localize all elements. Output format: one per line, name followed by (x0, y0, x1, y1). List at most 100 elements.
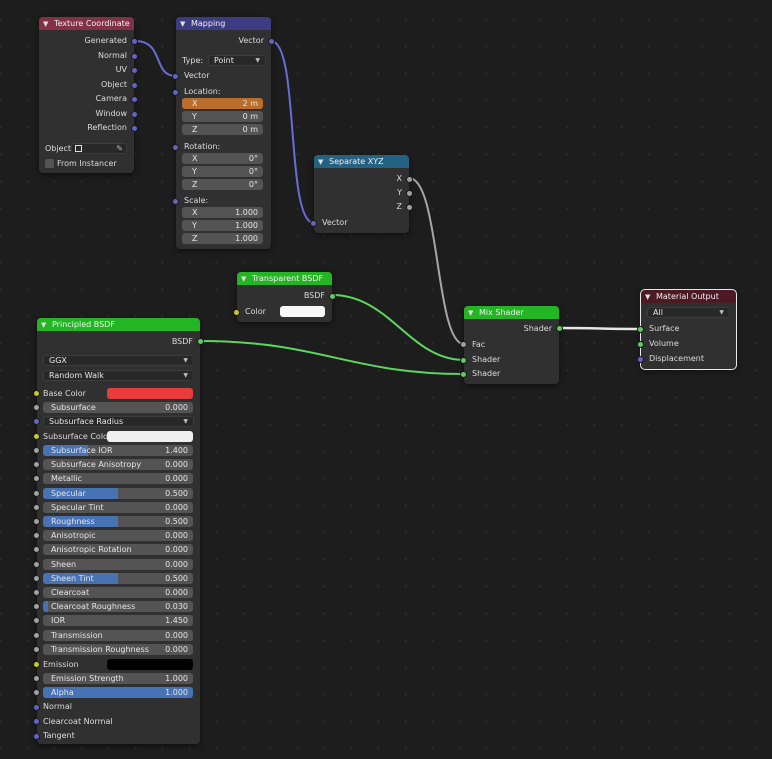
subsurface-anisotropy-field[interactable]: Subsurface Anisotropy 0.000 (43, 459, 193, 470)
socket-volume[interactable] (637, 341, 644, 348)
scale-x-field[interactable]: X 1.000 (182, 207, 263, 218)
clearcoat-roughness-field[interactable]: Clearcoat Roughness 0.030 (43, 601, 193, 612)
eyedropper-icon[interactable]: ✎ (116, 144, 123, 153)
target-dropdown[interactable]: All ▼ (647, 307, 730, 318)
socket-uv[interactable] (131, 67, 138, 74)
socket-clearcoat-roughness[interactable] (33, 603, 40, 610)
separate-xyz-node[interactable]: ▼ Separate XYZ X Y Z Vector (310, 155, 413, 233)
socket-fac[interactable] (460, 341, 467, 348)
socket-clearcoat[interactable] (33, 589, 40, 596)
socket-camera[interactable] (131, 96, 138, 103)
ior-field[interactable]: IOR 1.450 (43, 615, 193, 626)
socket-vector-input[interactable] (310, 220, 317, 227)
socket-bsdf-output[interactable] (197, 338, 204, 345)
socket-shader-2[interactable] (460, 371, 467, 378)
sheen-tint-field[interactable]: Sheen Tint 0.500 (43, 573, 193, 584)
rotation-z-field[interactable]: Z 0° (182, 179, 263, 190)
metallic-field[interactable]: Metallic 0.000 (43, 473, 193, 484)
mapping-node[interactable]: ▼ Mapping Vector Type: Point ▼ Vector Lo… (172, 17, 275, 249)
specular-field[interactable]: Specular 0.500 (43, 488, 193, 499)
location-y-field[interactable]: Y0 m (182, 111, 263, 122)
transmission-roughness-field[interactable]: Transmission Roughness 0.000 (43, 644, 193, 655)
chevron-down-icon[interactable]: ▼ (241, 275, 249, 283)
subsurface-color-swatch[interactable] (107, 431, 193, 442)
rotation-y-field[interactable]: Y 0° (182, 166, 263, 177)
alpha-field[interactable]: Alpha 1.000 (43, 687, 193, 698)
socket-roughness[interactable] (33, 518, 40, 525)
socket-displacement[interactable] (637, 356, 644, 363)
node-header[interactable]: ▼ Principled BSDF (37, 318, 200, 331)
node-header[interactable]: ▼ Texture Coordinate (39, 17, 134, 30)
subsurface-method-dropdown[interactable]: Random Walk ▼ (43, 370, 194, 381)
socket-vector-input[interactable] (172, 73, 179, 80)
socket-rotation[interactable] (172, 144, 179, 151)
node-header[interactable]: ▼ Mix Shader (464, 306, 559, 319)
socket-normal[interactable] (33, 704, 40, 711)
socket-object[interactable] (131, 82, 138, 89)
node-header[interactable]: ▼ Mapping (176, 17, 271, 30)
principled-bsdf-node[interactable]: ▼ Principled BSDF BSDF GGX ▼ Random Walk… (33, 318, 204, 744)
socket-alpha[interactable] (33, 689, 40, 696)
from-instancer-checkbox[interactable] (45, 159, 54, 168)
socket-sheen-tint[interactable] (33, 575, 40, 582)
socket-subsurface-anisotropy[interactable] (33, 461, 40, 468)
socket-z[interactable] (406, 204, 413, 211)
socket-color[interactable] (233, 309, 240, 316)
scale-z-field[interactable]: Z 1.000 (182, 233, 263, 244)
anisotropic-field[interactable]: Anisotropic 0.000 (43, 530, 193, 541)
socket-shader-output[interactable] (556, 325, 563, 332)
socket-y[interactable] (406, 190, 413, 197)
anisotropic-rotation-field[interactable]: Anisotropic Rotation 0.000 (43, 544, 193, 555)
rotation-x-field[interactable]: X 0° (182, 153, 263, 164)
location-z-field[interactable]: Z0 m (182, 124, 263, 135)
socket-location[interactable] (172, 89, 179, 96)
emission-color-swatch[interactable] (107, 659, 193, 670)
socket-normal[interactable] (131, 53, 138, 60)
socket-sheen[interactable] (33, 561, 40, 568)
distribution-dropdown[interactable]: GGX ▼ (43, 355, 194, 366)
socket-subsurface-ior[interactable] (33, 447, 40, 454)
socket-bsdf-output[interactable] (329, 293, 336, 300)
socket-clearcoat-normal[interactable] (33, 718, 40, 725)
chevron-down-icon[interactable]: ▼ (468, 309, 476, 317)
socket-transmission[interactable] (33, 632, 40, 639)
socket-ior[interactable] (33, 617, 40, 624)
socket-vector-output[interactable] (268, 38, 275, 45)
socket-anisotropic-rotation[interactable] (33, 546, 40, 553)
socket-tangent[interactable] (33, 733, 40, 740)
socket-metallic[interactable] (33, 475, 40, 482)
socket-x[interactable] (406, 176, 413, 183)
chevron-down-icon[interactable]: ▼ (43, 20, 51, 28)
socket-emission-strength[interactable] (33, 675, 40, 682)
socket-subsurface-color[interactable] (33, 433, 40, 440)
socket-reflection[interactable] (131, 125, 138, 132)
socket-window[interactable] (131, 111, 138, 118)
socket-scale[interactable] (172, 198, 179, 205)
socket-base-color[interactable] (33, 390, 40, 397)
clearcoat-field[interactable]: Clearcoat 0.000 (43, 587, 193, 598)
roughness-field[interactable]: Roughness 0.500 (43, 516, 193, 527)
socket-subsurface[interactable] (33, 404, 40, 411)
socket-generated[interactable] (131, 38, 138, 45)
emission-strength-field[interactable]: Emission Strength 1.000 (43, 673, 193, 684)
socket-shader-1[interactable] (460, 357, 467, 364)
socket-subsurface-radius[interactable] (33, 418, 40, 425)
specular-tint-field[interactable]: Specular Tint 0.000 (43, 502, 193, 513)
subsurface-radius-dropdown[interactable]: Subsurface Radius ▼ (43, 416, 194, 427)
location-x-field[interactable]: X2 m (182, 98, 263, 109)
chevron-down-icon[interactable]: ▼ (318, 158, 326, 166)
chevron-down-icon[interactable]: ▼ (645, 293, 653, 301)
chevron-down-icon[interactable]: ▼ (41, 321, 49, 329)
socket-specular[interactable] (33, 490, 40, 497)
scale-y-field[interactable]: Y 1.000 (182, 220, 263, 231)
material-output-node[interactable]: ▼ Material Output All ▼ Surface Volume D… (637, 289, 737, 370)
transparent-bsdf-node[interactable]: ▼ Transparent BSDF BSDF Color (233, 272, 336, 322)
texture-coordinate-node[interactable]: ▼ Texture Coordinate Generated Normal UV… (39, 17, 138, 173)
socket-transmission-roughness[interactable] (33, 646, 40, 653)
node-header[interactable]: ▼ Separate XYZ (314, 155, 409, 168)
node-header[interactable]: ▼ Material Output (641, 290, 736, 303)
socket-specular-tint[interactable] (33, 504, 40, 511)
object-picker-field[interactable]: ✎ (71, 143, 127, 154)
mix-shader-node[interactable]: ▼ Mix Shader Shader Fac Shader Shader (460, 306, 563, 384)
subsurface-ior-field[interactable]: Subsurface IOR 1.400 (43, 445, 193, 456)
